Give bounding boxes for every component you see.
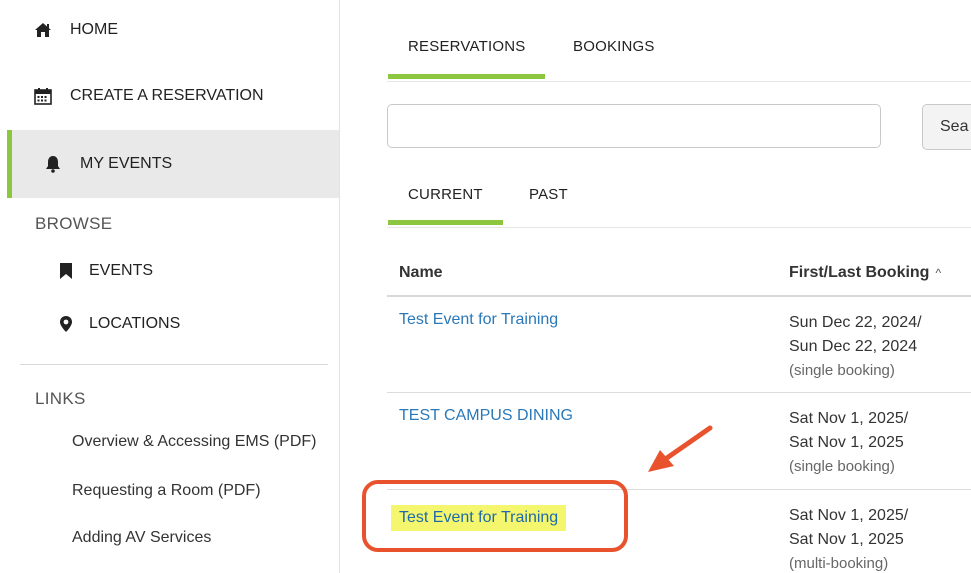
sidebar-item-events[interactable]: EVENTS	[55, 261, 153, 281]
sidebar-item-home[interactable]: HOME	[32, 20, 118, 40]
table-row: Test Event for Training Sun Dec 22, 2024…	[387, 297, 971, 393]
browse-header: BROWSE	[35, 214, 113, 233]
sidebar-divider	[20, 364, 328, 365]
sidebar-item-label: CREATE A RESERVATION	[70, 87, 264, 104]
map-marker-icon	[55, 314, 77, 334]
booking-type: (multi-booking)	[789, 555, 889, 572]
tab-reservations[interactable]: RESERVATIONS	[387, 38, 546, 79]
calendar-icon	[32, 86, 54, 106]
booking-dates: Sat Nov 1, 2025/ Sat Nov 1, 2025 (single…	[789, 407, 908, 479]
last-booking: Sun Dec 22, 2024	[789, 338, 918, 355]
last-booking: Sat Nov 1, 2025	[789, 531, 904, 548]
tab-current[interactable]: CURRENT	[388, 186, 503, 225]
tab-past[interactable]: PAST	[529, 186, 568, 203]
sidebar-item-label: LOCATIONS	[89, 315, 181, 332]
event-name-link[interactable]: Test Event for Training	[399, 311, 558, 329]
sidebar-item-my-events[interactable]: MY EVENTS	[7, 130, 339, 198]
last-booking: Sat Nov 1, 2025	[789, 434, 904, 451]
home-icon	[32, 20, 54, 40]
column-header-first-last-booking[interactable]: First/Last Booking ^	[789, 264, 941, 282]
annotation-highlight-box	[362, 480, 628, 552]
column-header-name[interactable]: Name	[399, 264, 443, 282]
search-button[interactable]: Sea	[922, 104, 971, 150]
first-booking: Sat Nov 1, 2025/	[789, 507, 909, 524]
link-requesting-a-room[interactable]: Requesting a Room (PDF)	[72, 482, 261, 500]
first-booking: Sat Nov 1, 2025/	[789, 410, 909, 427]
link-adding-av-services[interactable]: Adding AV Services	[72, 529, 211, 547]
sidebar-item-locations[interactable]: LOCATIONS	[55, 314, 180, 334]
link-overview-accessing-ems[interactable]: Overview & Accessing EMS (PDF)	[72, 433, 317, 451]
booking-type: (single booking)	[789, 458, 895, 475]
sidebar: HOME CREATE A RESERVATION MY EVENTS BROW…	[0, 0, 340, 573]
links-header: LINKS	[35, 389, 86, 408]
first-booking: Sun Dec 22, 2024/	[789, 314, 922, 331]
sidebar-item-label: MY EVENTS	[80, 155, 173, 172]
booking-dates: Sat Nov 1, 2025/ Sat Nov 1, 2025 (multi-…	[789, 504, 908, 573]
booking-dates: Sun Dec 22, 2024/ Sun Dec 22, 2024 (sing…	[789, 311, 922, 383]
sidebar-item-label: EVENTS	[89, 262, 154, 279]
tabs-divider	[387, 81, 971, 82]
bookmark-icon	[55, 261, 77, 281]
subtabs-divider	[387, 227, 971, 228]
tab-bookings[interactable]: BOOKINGS	[573, 38, 655, 55]
sidebar-item-create-reservation[interactable]: CREATE A RESERVATION	[32, 86, 264, 106]
column-header-label: First/Last Booking	[789, 264, 930, 281]
booking-type: (single booking)	[789, 362, 895, 379]
event-name-link[interactable]: TEST CAMPUS DINING	[399, 407, 573, 425]
search-input[interactable]	[387, 104, 881, 148]
caret-up-icon: ^	[935, 266, 942, 280]
bell-icon	[42, 154, 64, 174]
annotation-arrow-icon	[648, 425, 713, 472]
sidebar-item-label: HOME	[70, 21, 118, 38]
